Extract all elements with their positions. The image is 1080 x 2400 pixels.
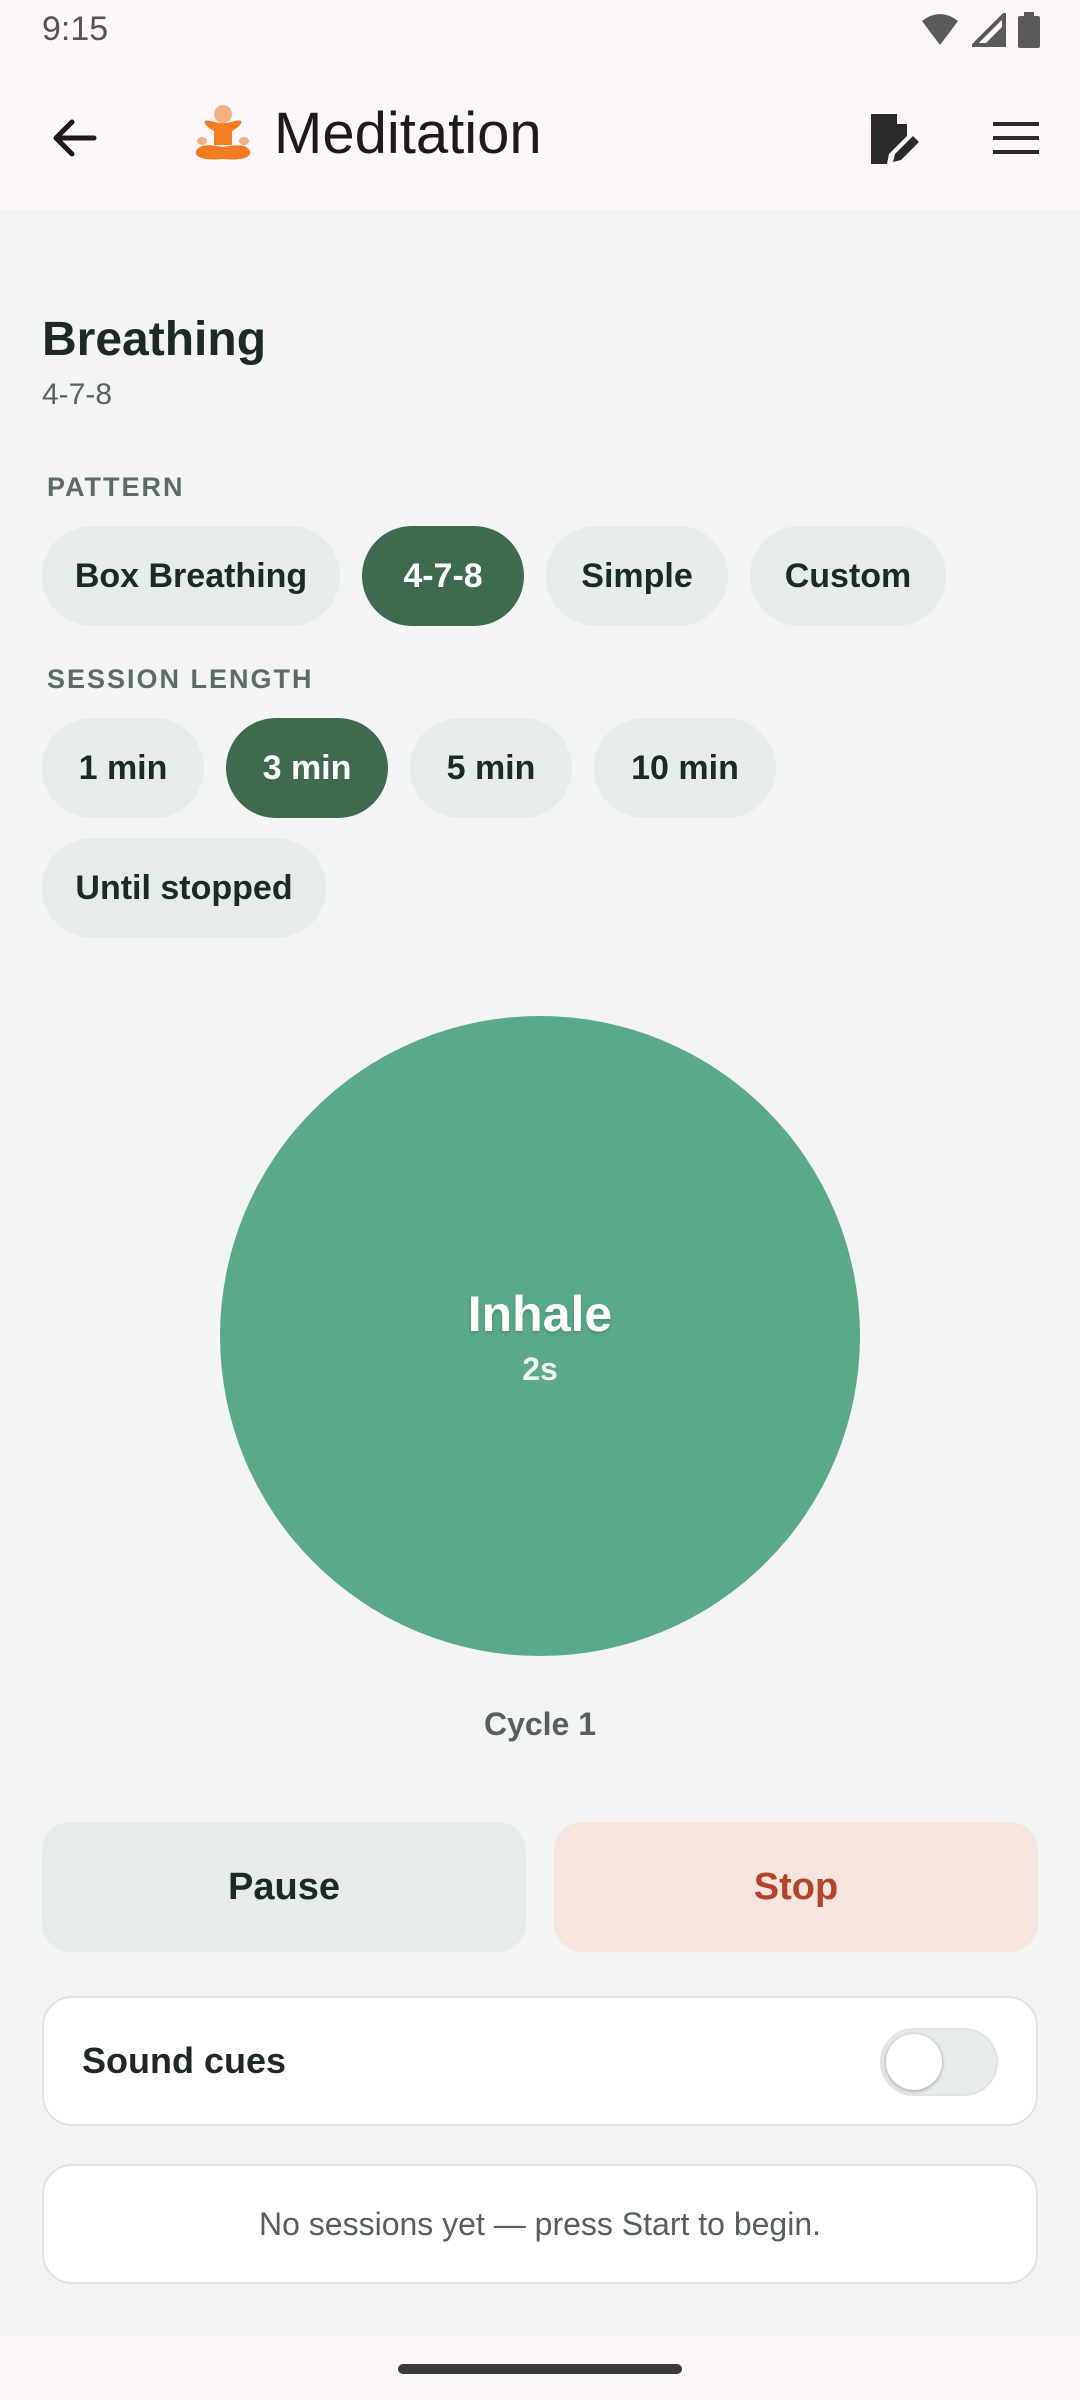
cycle-counter: Cycle 1 [483, 1706, 597, 1742]
chip-until-stopped[interactable]: Until stopped [42, 838, 326, 938]
breathing-circle: Inhale 2s [220, 1016, 860, 1656]
signal-icon [972, 13, 1006, 47]
chip-3-min[interactable]: 3 min [226, 718, 388, 818]
section-title: Breathing [42, 313, 267, 366]
menu-icon [993, 122, 1039, 154]
battery-icon [1018, 12, 1040, 48]
empty-history-text: No sessions yet — press Start to begin. [258, 2205, 822, 2242]
sound-cues-label: Sound cues [82, 2040, 287, 2081]
chip-box-breathing[interactable]: Box Breathing [42, 526, 340, 626]
session-length-chips: 1 min 3 min 5 min 10 min [42, 718, 776, 818]
sound-cues-toggle[interactable] [880, 2028, 998, 2096]
status-bar: 9:15 [0, 0, 1080, 60]
back-arrow-icon [53, 119, 97, 157]
chip-simple[interactable]: Simple [546, 526, 728, 626]
sound-cues-card: Sound cues [42, 1996, 1038, 2126]
pattern-label: PATTERN [47, 472, 185, 502]
pause-button[interactable]: Pause [42, 1822, 526, 1952]
toggle-knob [886, 2034, 942, 2090]
back-button[interactable] [36, 100, 112, 176]
edit-button[interactable] [856, 100, 932, 176]
app-title-text: Meditation [274, 101, 542, 166]
app-title: Meditation [190, 100, 542, 167]
session-length-chips-row-2: Until stopped [42, 838, 326, 938]
section-subtitle: 4-7-8 [42, 378, 113, 411]
pattern-chips: Box Breathing 4-7-8 Simple Custom [42, 526, 946, 626]
menu-button[interactable] [978, 100, 1054, 176]
stop-button[interactable]: Stop [554, 1822, 1038, 1952]
chip-5-min[interactable]: 5 min [410, 718, 572, 818]
chip-custom[interactable]: Custom [750, 526, 946, 626]
session-history-card: No sessions yet — press Start to begin. [42, 2164, 1038, 2284]
app-bar: Meditation [0, 60, 1080, 210]
session-length-label: SESSION LENGTH [47, 664, 314, 694]
status-time: 9:15 [42, 10, 109, 48]
gesture-handle[interactable] [398, 2364, 682, 2374]
breath-phase: Inhale [467, 1285, 613, 1342]
breath-seconds: 2s [522, 1350, 558, 1387]
chip-4-7-8[interactable]: 4-7-8 [362, 526, 524, 626]
chip-1-min[interactable]: 1 min [42, 718, 204, 818]
wifi-icon [922, 14, 958, 45]
meditating-person-icon [195, 104, 251, 160]
status-icons [920, 12, 1040, 48]
edit-note-icon [871, 114, 919, 164]
chip-10-min[interactable]: 10 min [594, 718, 776, 818]
